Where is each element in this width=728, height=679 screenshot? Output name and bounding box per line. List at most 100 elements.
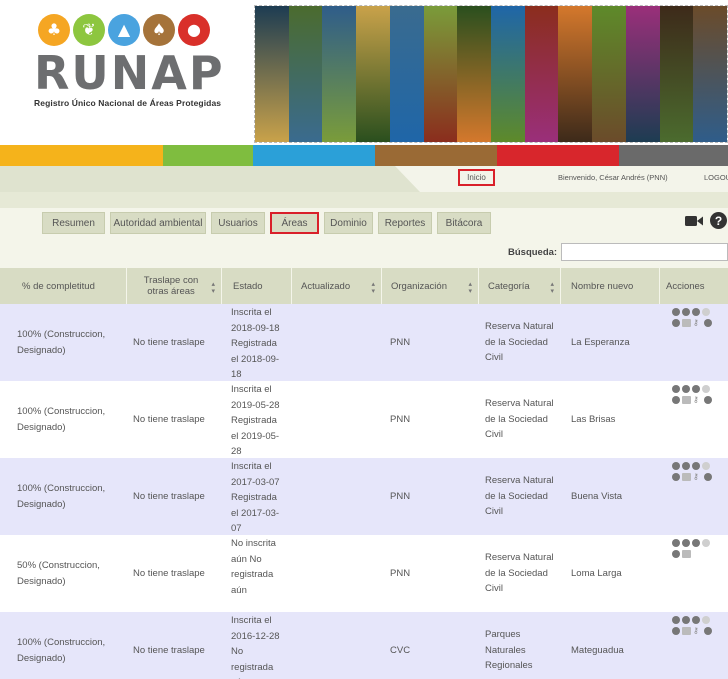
edit-icon[interactable] bbox=[682, 539, 690, 547]
cell-traslape: No tiene traslape bbox=[133, 490, 205, 502]
col-nombre-nuevo[interactable]: Nombre nuevo bbox=[561, 268, 660, 304]
tab-usuarios[interactable]: Usuarios bbox=[211, 212, 265, 234]
photo-banner bbox=[254, 5, 728, 143]
cell-nombre: Las Brisas bbox=[571, 413, 616, 425]
info-icon[interactable] bbox=[704, 396, 712, 404]
col-completitud[interactable]: % de completitud bbox=[0, 268, 127, 304]
add-icon[interactable] bbox=[672, 396, 680, 404]
add-icon[interactable] bbox=[672, 319, 680, 327]
logout-link[interactable]: LOGOU bbox=[704, 173, 728, 182]
add-icon[interactable] bbox=[672, 627, 680, 635]
cell-nombre: La Esperanza bbox=[571, 336, 630, 348]
banner-photo bbox=[288, 6, 323, 142]
col-categoria-label: Categoría bbox=[488, 280, 530, 292]
color-bar-segment bbox=[497, 145, 619, 166]
banner-photo bbox=[389, 6, 424, 142]
tab-areas[interactable]: Áreas bbox=[270, 212, 319, 234]
delete-icon[interactable] bbox=[702, 539, 710, 547]
table-row[interactable]: 50% (Construccion, Designado) No tiene t… bbox=[0, 535, 728, 612]
delete-icon[interactable] bbox=[702, 385, 710, 393]
cell-traslape: No tiene traslape bbox=[133, 567, 205, 579]
banner-photo bbox=[625, 6, 660, 142]
col-nombre-label: Nombre nuevo bbox=[571, 280, 634, 292]
add-icon[interactable] bbox=[672, 473, 680, 481]
table-header: % de completitud Traslape con otras área… bbox=[0, 268, 728, 304]
inicio-link[interactable]: Inicio bbox=[458, 169, 495, 186]
palm-tree-icon: ♣ bbox=[38, 14, 70, 46]
row-actions: ⚷ bbox=[672, 616, 728, 638]
tab-resumen[interactable]: Resumen bbox=[42, 212, 105, 234]
delete-icon[interactable] bbox=[702, 308, 710, 316]
tab-bitacora[interactable]: Bitácora bbox=[437, 212, 491, 234]
cell-categoria: Reserva Natural de la Sociedad Civil bbox=[485, 398, 554, 441]
history-icon[interactable] bbox=[692, 462, 700, 470]
history-icon[interactable] bbox=[692, 539, 700, 547]
tab-reportes[interactable]: Reportes bbox=[378, 212, 432, 234]
col-organizacion[interactable]: Organización ▴ ▾ bbox=[382, 268, 479, 304]
col-actualizado[interactable]: Actualizado ▴ ▾ bbox=[292, 268, 382, 304]
table-row[interactable]: 100% (Construccion, Designado) No tiene … bbox=[0, 304, 728, 381]
key-icon[interactable]: ⚷ bbox=[693, 319, 702, 327]
edit-icon[interactable] bbox=[682, 462, 690, 470]
tree-icon: ♠ bbox=[143, 14, 175, 46]
image-icon[interactable] bbox=[682, 319, 691, 327]
cell-actualizado bbox=[292, 381, 382, 458]
key-icon[interactable]: ⚷ bbox=[693, 396, 702, 404]
cell-actualizado bbox=[292, 458, 382, 535]
tab-autoridad-ambiental[interactable]: Autoridad ambiental bbox=[110, 212, 206, 234]
history-icon[interactable] bbox=[692, 385, 700, 393]
view-icon[interactable] bbox=[672, 539, 680, 547]
search-input[interactable] bbox=[561, 243, 728, 261]
image-icon[interactable] bbox=[682, 396, 691, 404]
col-estado[interactable]: Estado bbox=[222, 268, 292, 304]
cell-categoria: Reserva Natural de la Sociedad Civil bbox=[485, 552, 554, 595]
edit-icon[interactable] bbox=[682, 385, 690, 393]
delete-icon[interactable] bbox=[702, 616, 710, 624]
col-completitud-label: % de completitud bbox=[22, 280, 95, 292]
image-icon[interactable] bbox=[682, 550, 691, 558]
cell-estado: Inscrita el 2019-05-28 Registrada el 201… bbox=[231, 384, 280, 457]
image-icon[interactable] bbox=[682, 473, 691, 481]
key-icon[interactable]: ⚷ bbox=[693, 627, 702, 635]
cell-estado: Inscrita el 2016-12-28 No registrada aún bbox=[231, 615, 280, 679]
col-traslape-label: Traslape con otras áreas bbox=[143, 275, 199, 297]
cell-completitud: 100% (Construccion, Designado) bbox=[17, 637, 106, 664]
view-icon[interactable] bbox=[672, 308, 680, 316]
table-row[interactable]: 100% (Construccion, Designado) No tiene … bbox=[0, 381, 728, 458]
bear-icon: ● bbox=[178, 14, 210, 46]
table-row[interactable]: 100% (Construccion, Designado) No tiene … bbox=[0, 458, 728, 535]
col-acciones: Acciones bbox=[660, 268, 728, 304]
runap-logo[interactable]: ♣ ❦ ▲ ♠ ● RUNAP Registro Único Nacional … bbox=[34, 14, 234, 124]
info-icon[interactable] bbox=[704, 319, 712, 327]
video-camera-icon[interactable] bbox=[685, 215, 703, 227]
info-icon[interactable] bbox=[704, 473, 712, 481]
tab-dominio[interactable]: Dominio bbox=[324, 212, 373, 234]
view-icon[interactable] bbox=[672, 616, 680, 624]
col-categoria[interactable]: Categoría ▴ ▾ bbox=[479, 268, 561, 304]
add-icon[interactable] bbox=[672, 550, 680, 558]
history-icon[interactable] bbox=[692, 308, 700, 316]
col-traslape[interactable]: Traslape con otras áreas ▴ ▾ bbox=[127, 268, 222, 304]
table-row[interactable]: 100% (Construccion, Designado) No tiene … bbox=[0, 612, 728, 679]
key-icon[interactable]: ⚷ bbox=[693, 473, 702, 481]
banner-photo bbox=[457, 6, 492, 142]
cell-completitud: 100% (Construccion, Designado) bbox=[17, 406, 106, 433]
sort-icon: ▴ ▾ bbox=[468, 281, 472, 295]
delete-icon[interactable] bbox=[702, 462, 710, 470]
history-icon[interactable] bbox=[692, 616, 700, 624]
edit-icon[interactable] bbox=[682, 616, 690, 624]
image-icon[interactable] bbox=[682, 627, 691, 635]
cell-organizacion: CVC bbox=[390, 644, 411, 656]
view-icon[interactable] bbox=[672, 385, 680, 393]
info-icon[interactable] bbox=[704, 627, 712, 635]
row-actions bbox=[672, 539, 728, 561]
color-bar-segment bbox=[619, 145, 728, 166]
banner-photo bbox=[255, 6, 289, 142]
nav-divider bbox=[0, 192, 728, 208]
help-icon[interactable]: ? bbox=[710, 212, 727, 229]
banner-photo bbox=[558, 6, 593, 142]
edit-icon[interactable] bbox=[682, 308, 690, 316]
sort-icon: ▴ ▾ bbox=[550, 281, 554, 295]
view-icon[interactable] bbox=[672, 462, 680, 470]
cell-organizacion: PNN bbox=[390, 490, 411, 502]
